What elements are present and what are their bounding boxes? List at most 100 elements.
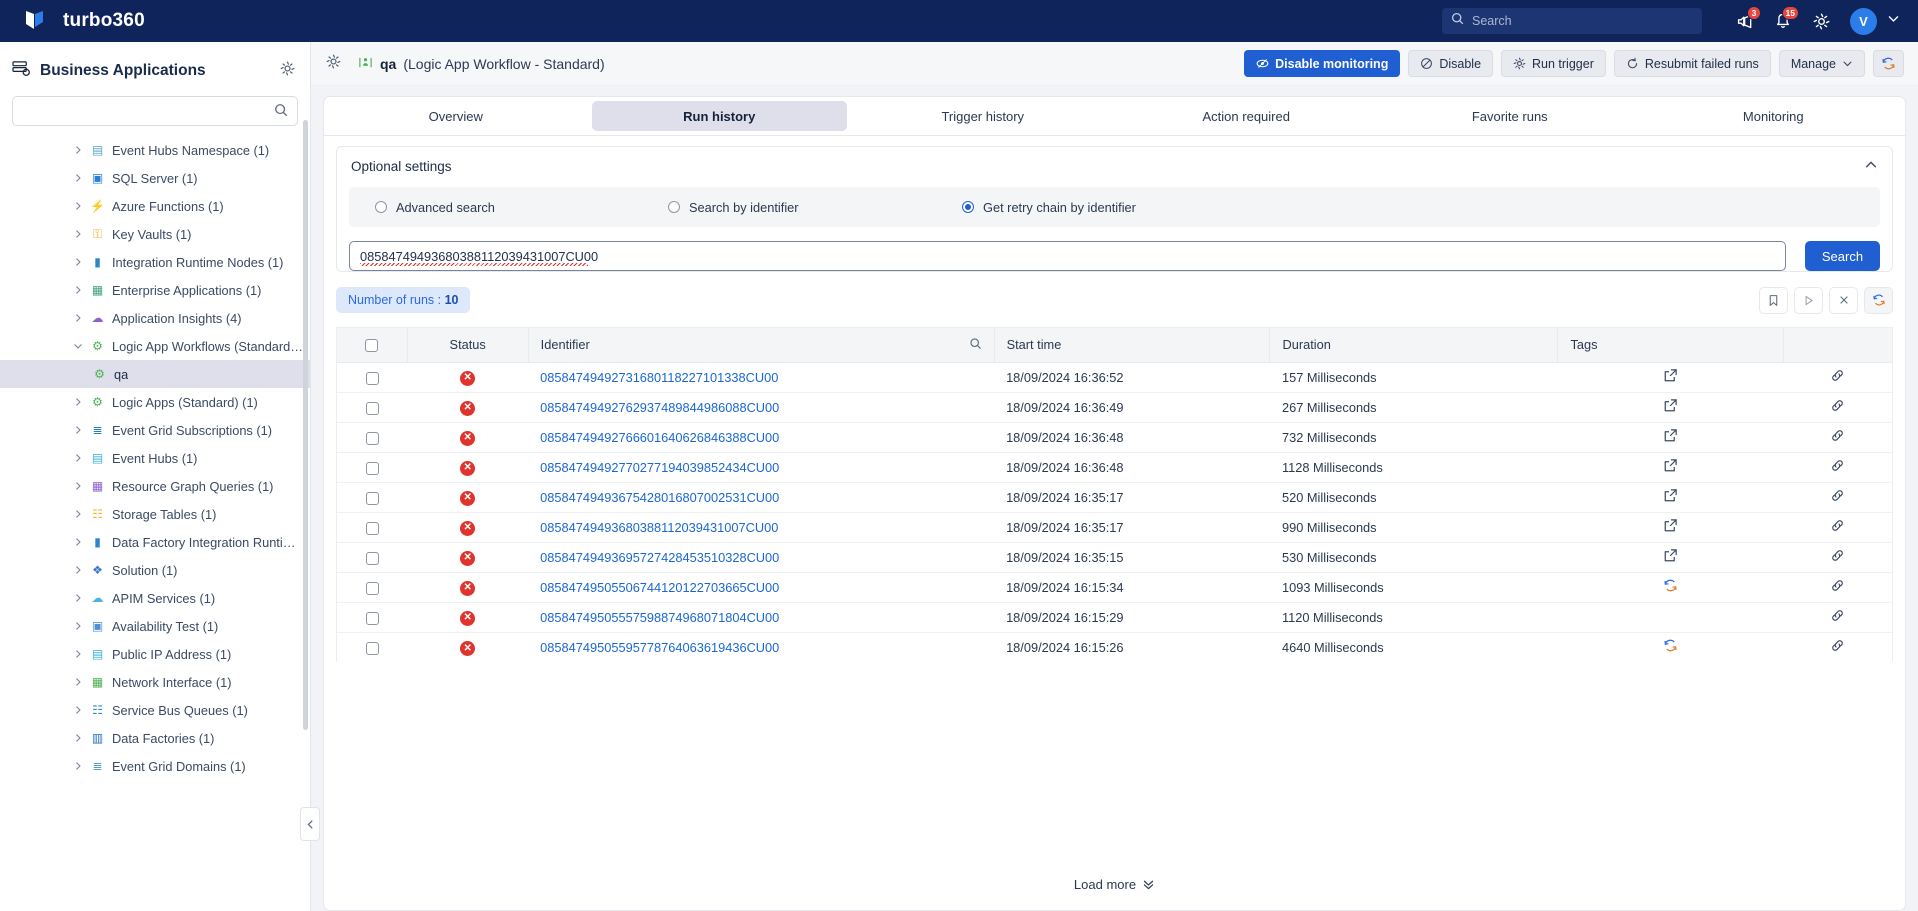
sidebar-item-sql-server-1[interactable]: ▣ SQL Server (1): [0, 164, 310, 192]
sidebar-item-public-ip-address-1[interactable]: ▤ Public IP Address (1): [0, 640, 310, 668]
row-checkbox[interactable]: [365, 491, 379, 505]
sidebar-settings-icon[interactable]: [279, 60, 296, 82]
chevron-right-icon[interactable]: [72, 593, 83, 603]
link-icon[interactable]: [1830, 460, 1845, 476]
chevron-right-icon[interactable]: [72, 537, 83, 547]
column-identifier[interactable]: Identifier: [528, 328, 995, 363]
identifier-search-input[interactable]: [349, 241, 1786, 271]
chevron-up-icon[interactable]: [1864, 158, 1878, 175]
refresh-results-button[interactable]: [1864, 286, 1893, 314]
identifier-link[interactable]: 08584749505506744120122703665CU00: [540, 580, 779, 595]
identifier-link[interactable]: 08584749505557598874968071804CU00: [540, 610, 779, 625]
sidebar-item-enterprise-applications-1[interactable]: ▦ Enterprise Applications (1): [0, 276, 310, 304]
settings-button[interactable]: [1804, 4, 1838, 38]
table-row[interactable]: ✕ 08584749492762937489844986088CU00 18/09/…: [337, 392, 1892, 423]
chevron-right-icon[interactable]: [72, 173, 83, 183]
row-checkbox[interactable]: [365, 641, 379, 655]
link-icon[interactable]: [1830, 640, 1845, 656]
sidebar-item-resource-graph-queries-1[interactable]: ▦ Resource Graph Queries (1): [0, 472, 310, 500]
radio-advanced-search[interactable]: Advanced search: [375, 200, 668, 215]
chevron-right-icon[interactable]: [72, 481, 83, 491]
resubmit-icon[interactable]: [1663, 639, 1678, 656]
sidebar-item-logic-apps-standard-1[interactable]: ⚙ Logic Apps (Standard) (1): [0, 388, 310, 416]
sidebar-item-key-vaults-1[interactable]: ⚿ Key Vaults (1): [0, 220, 310, 248]
cancel-button[interactable]: [1829, 286, 1858, 314]
chevron-right-icon[interactable]: [72, 285, 83, 295]
resubmit-play-button[interactable]: [1794, 286, 1823, 314]
open-external-icon[interactable]: [1663, 429, 1678, 446]
link-icon[interactable]: [1830, 490, 1845, 506]
optional-settings-header[interactable]: Optional settings: [337, 147, 1892, 185]
tab-run-history[interactable]: Run history: [591, 101, 847, 131]
sidebar-item-service-bus-queues-1[interactable]: ☷ Service Bus Queues (1): [0, 696, 310, 724]
row-checkbox[interactable]: [365, 611, 379, 625]
search-icon[interactable]: [969, 337, 982, 353]
identifier-link[interactable]: 08584749492770277194039852434CU00: [540, 460, 779, 475]
chevron-right-icon[interactable]: [72, 145, 83, 155]
chevron-right-icon[interactable]: [72, 565, 83, 575]
sidebar-item-event-hubs-1[interactable]: ▤ Event Hubs (1): [0, 444, 310, 472]
sidebar-item-data-factory-integration-runti[interactable]: ▮ Data Factory Integration Runti…: [0, 528, 310, 556]
radio-indicator[interactable]: [668, 201, 680, 213]
open-external-icon[interactable]: [1663, 369, 1678, 386]
search-icon[interactable]: [274, 103, 288, 122]
sidebar-item-network-interface-1[interactable]: ▦ Network Interface (1): [0, 668, 310, 696]
resubmit-icon[interactable]: [1663, 579, 1678, 596]
select-all-checkbox[interactable]: [365, 339, 379, 353]
open-external-icon[interactable]: [1663, 489, 1678, 506]
table-row[interactable]: ✕ 08584749492766601640626846388CU00 18/09/…: [337, 422, 1892, 453]
sidebar-item-azure-functions-1[interactable]: ⚡ Azure Functions (1): [0, 192, 310, 220]
sidebar-item-event-hubs-namespace-1[interactable]: ▤ Event Hubs Namespace (1): [0, 136, 310, 164]
radio-indicator[interactable]: [962, 201, 974, 213]
open-external-icon[interactable]: [1663, 519, 1678, 536]
link-icon[interactable]: [1830, 550, 1845, 566]
link-icon[interactable]: [1830, 370, 1845, 386]
identifier-link[interactable]: 08584749492731680118227101338CU00: [540, 370, 778, 385]
sidebar-item-apim-services-1[interactable]: ☁ APIM Services (1): [0, 584, 310, 612]
row-checkbox[interactable]: [365, 521, 379, 535]
radio-indicator[interactable]: [375, 201, 387, 213]
identifier-link[interactable]: 08584749492762937489844986088CU00: [540, 400, 779, 415]
column-tags[interactable]: Tags: [1557, 328, 1784, 363]
sidebar-item-data-factories-1[interactable]: ▥ Data Factories (1): [0, 724, 310, 752]
row-checkbox[interactable]: [365, 551, 379, 565]
refresh-button[interactable]: [1873, 50, 1904, 77]
chevron-right-icon[interactable]: [72, 649, 83, 659]
bookmark-button[interactable]: [1759, 286, 1788, 314]
sidebar-item-solution-1[interactable]: ❖ Solution (1): [0, 556, 310, 584]
table-row[interactable]: ✕ 08584749505595778764063619436CU00 18/09/…: [337, 632, 1892, 662]
resubmit-failed-runs-button[interactable]: Resubmit failed runs: [1613, 50, 1771, 77]
tab-favorite-runs[interactable]: Favorite runs: [1382, 101, 1638, 131]
sidebar-item-event-grid-domains-1[interactable]: ≣ Event Grid Domains (1): [0, 752, 310, 780]
chevron-right-icon[interactable]: [72, 733, 83, 743]
identifier-link[interactable]: 08584749493680388112039431007CU00: [540, 520, 778, 535]
open-external-icon[interactable]: [1663, 459, 1678, 476]
tab-overview[interactable]: Overview: [328, 101, 584, 131]
chevron-right-icon[interactable]: [72, 201, 83, 211]
sidebar-collapse-button[interactable]: [300, 807, 320, 841]
tab-trigger-history[interactable]: Trigger history: [855, 101, 1111, 131]
identifier-link[interactable]: 08584749492766601640626846388CU00: [540, 430, 779, 445]
announcements-button[interactable]: 3: [1728, 4, 1762, 38]
link-icon[interactable]: [1830, 520, 1845, 536]
chevron-right-icon[interactable]: [72, 229, 83, 239]
chevron-right-icon[interactable]: [72, 313, 83, 323]
link-icon[interactable]: [1830, 430, 1845, 446]
sidebar-scrollbar[interactable]: [303, 120, 308, 730]
global-search-box[interactable]: Search: [1442, 8, 1702, 34]
run-trigger-button[interactable]: Run trigger: [1501, 50, 1606, 77]
load-more-button[interactable]: Load more: [324, 858, 1905, 910]
table-row[interactable]: ✕ 08584749505557598874968071804CU00 18/09/…: [337, 602, 1892, 633]
chevron-right-icon[interactable]: [72, 397, 83, 407]
brand-logo[interactable]: turbo360: [0, 9, 145, 33]
sidebar-item-integration-runtime-nodes-1[interactable]: ▮ Integration Runtime Nodes (1): [0, 248, 310, 276]
chevron-down-icon[interactable]: [72, 341, 83, 351]
radio-get-retry-chain-by-identifier[interactable]: Get retry chain by identifier: [962, 200, 1136, 215]
sidebar-search-input[interactable]: [12, 96, 298, 126]
chevron-right-icon[interactable]: [72, 761, 83, 771]
sidebar-item-availability-test-1[interactable]: ▣ Availability Test (1): [0, 612, 310, 640]
chevron-down-icon[interactable]: [1887, 12, 1900, 30]
link-icon[interactable]: [1830, 610, 1845, 626]
column-duration[interactable]: Duration: [1269, 328, 1559, 363]
row-checkbox[interactable]: [365, 371, 379, 385]
